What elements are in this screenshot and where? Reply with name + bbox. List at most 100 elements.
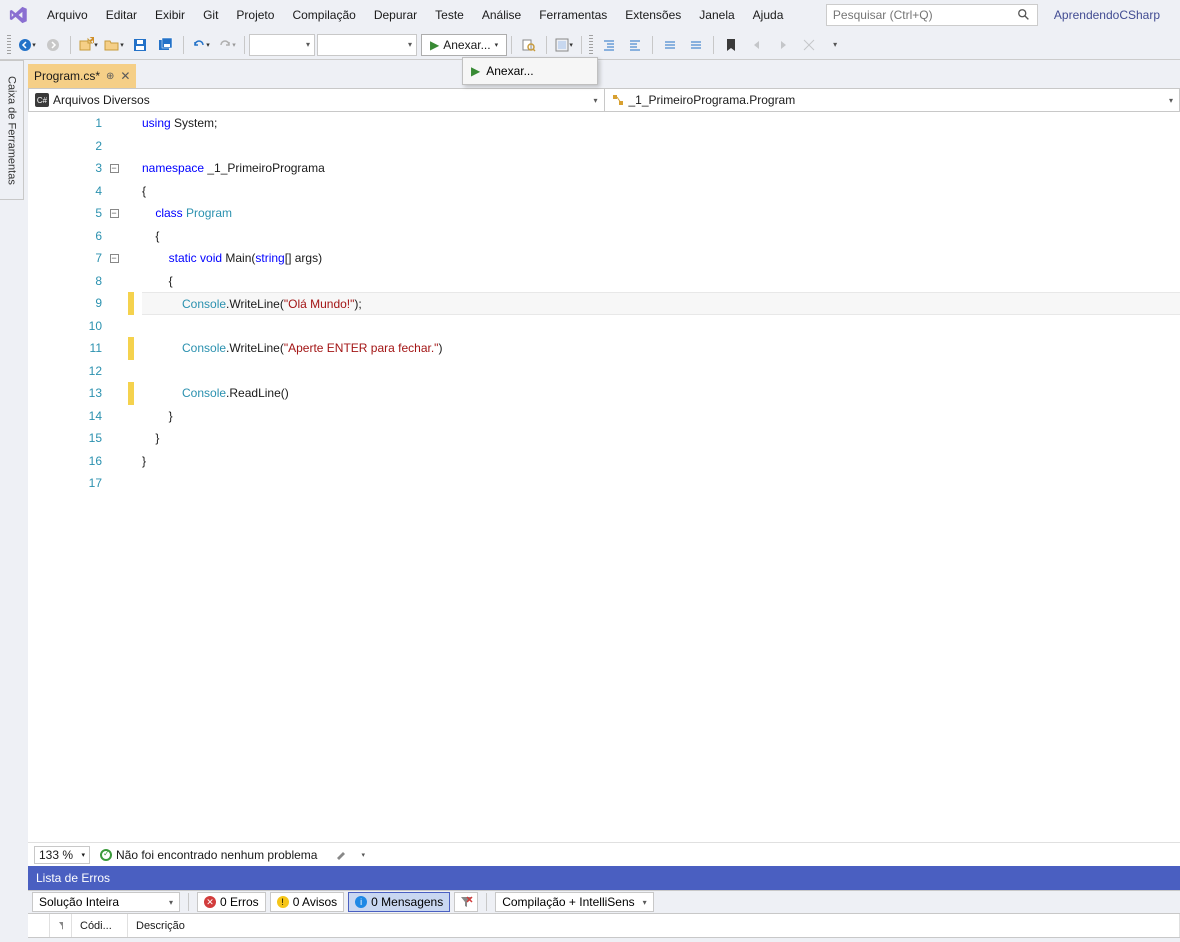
comment-button[interactable] [658, 33, 682, 57]
search-box[interactable] [826, 4, 1038, 26]
line-number: 13 [28, 382, 102, 405]
nav-project-dropdown[interactable]: C# Arquivos Diversos ▾ [29, 89, 605, 111]
menu-ajuda[interactable]: Ajuda [744, 4, 793, 26]
tab-label: Program.cs* [34, 69, 100, 83]
line-gutter: − − − 1 2 3 4 5 6 7 8 9 10 11 12 13 14 1… [28, 112, 138, 842]
indent-button[interactable] [597, 33, 621, 57]
search-icon [1017, 8, 1031, 22]
menu-arquivo[interactable]: Arquivo [38, 4, 97, 26]
col-description[interactable]: Descrição [128, 914, 1180, 937]
line-number: 9 [28, 292, 102, 315]
col-icon[interactable] [28, 914, 50, 937]
info-icon: i [355, 896, 367, 908]
menu-analise[interactable]: Análise [473, 4, 530, 26]
toolbox-sidebar[interactable]: Caixa de Ferramentas [0, 60, 24, 200]
solution-name[interactable]: AprendendoCSharp [1042, 4, 1172, 26]
menu-compilacao[interactable]: Compilação [283, 4, 364, 26]
line-number: 3 [28, 157, 102, 180]
zoom-dropdown[interactable]: 133 %▾ [34, 846, 90, 864]
close-icon[interactable]: ✕ [120, 69, 130, 83]
attach-button[interactable]: ▶ Anexar... ▾ [421, 34, 507, 56]
change-marker [128, 382, 134, 405]
nav-project-label: Arquivos Diversos [53, 93, 150, 107]
errors-filter-button[interactable]: ✕ 0 Erros [197, 892, 266, 912]
menu-teste[interactable]: Teste [426, 4, 473, 26]
toolbar-grip-2[interactable] [589, 35, 593, 55]
find-in-files-button[interactable] [517, 33, 541, 57]
new-project-button[interactable]: ✱▾ [76, 33, 100, 57]
menu-git[interactable]: Git [194, 4, 227, 26]
line-number: 1 [28, 112, 102, 135]
menu-editar[interactable]: Editar [97, 4, 146, 26]
error-list-header[interactable]: Lista de Erros [28, 866, 1180, 890]
editor-status-bar: 133 %▾ Não foi encontrado nenhum problem… [28, 842, 1180, 866]
uncomment-button[interactable] [684, 33, 708, 57]
menu-projeto[interactable]: Projeto [227, 4, 283, 26]
nav-class-dropdown[interactable]: _1_PrimeiroPrograma.Program ▾ [605, 89, 1180, 111]
attach-label: Anexar... [443, 38, 490, 52]
line-number: 8 [28, 270, 102, 293]
error-list-columns: Códi... Descrição [28, 914, 1180, 938]
menu-janela[interactable]: Janela [690, 4, 743, 26]
attach-dropdown-popup: ▶ Anexar... [462, 57, 598, 85]
error-list-title: Lista de Erros [36, 871, 110, 885]
undo-button[interactable]: ▾ [189, 33, 213, 57]
change-marker [128, 337, 134, 360]
menu-extensoes[interactable]: Extensões [616, 4, 690, 26]
line-number: 16 [28, 450, 102, 473]
line-number: 6 [28, 225, 102, 248]
config-dropdown[interactable]: ▾ [249, 34, 315, 56]
clear-filter-button[interactable] [454, 892, 478, 912]
line-number: 12 [28, 360, 102, 383]
menu-bar: Arquivo Editar Exibir Git Projeto Compil… [0, 0, 1180, 30]
pin-icon[interactable]: ⊕ [106, 71, 114, 82]
platform-dropdown[interactable]: ▾ [317, 34, 417, 56]
csharp-icon: C# [35, 93, 49, 107]
problem-indicator[interactable]: Não foi encontrado nenhum problema [100, 848, 317, 862]
save-button[interactable] [128, 33, 152, 57]
prev-bookmark-button[interactable] [745, 33, 769, 57]
messages-filter-button[interactable]: i 0 Mensagens [348, 892, 450, 912]
error-scope-dropdown[interactable]: Solução Inteira▾ [32, 892, 180, 912]
menu-exibir[interactable]: Exibir [146, 4, 194, 26]
warnings-filter-button[interactable]: ! 0 Avisos [270, 892, 344, 912]
line-number: 17 [28, 472, 102, 495]
clear-bookmarks-button[interactable] [797, 33, 821, 57]
class-icon [611, 93, 625, 107]
toolbar-overflow[interactable]: ▾ [823, 33, 847, 57]
redo-button[interactable]: ▾ [215, 33, 239, 57]
forward-button[interactable] [41, 33, 65, 57]
fold-toggle[interactable]: − [110, 254, 119, 263]
filter-clear-icon [459, 895, 473, 909]
menu-ferramentas[interactable]: Ferramentas [530, 4, 616, 26]
back-button[interactable]: ▾ [15, 33, 39, 57]
search-input[interactable] [833, 8, 1017, 22]
open-button[interactable]: ▾ [102, 33, 126, 57]
code-editor[interactable]: − − − 1 2 3 4 5 6 7 8 9 10 11 12 13 14 1… [28, 112, 1180, 842]
attach-popup-item[interactable]: ▶ Anexar... [465, 60, 595, 82]
bookmark-button[interactable] [719, 33, 743, 57]
fold-toggle[interactable]: − [110, 164, 119, 173]
toolbox-label: Caixa de Ferramentas [6, 76, 18, 185]
line-number: 15 [28, 427, 102, 450]
save-all-button[interactable] [154, 33, 178, 57]
line-number: 2 [28, 135, 102, 158]
col-code[interactable]: Códi... [72, 914, 128, 937]
menu-depurar[interactable]: Depurar [365, 4, 426, 26]
build-filter-dropdown[interactable]: Compilação + IntelliSens▾ [495, 892, 653, 912]
document-tabs: Program.cs* ⊕ ✕ [28, 64, 1180, 88]
outdent-button[interactable] [623, 33, 647, 57]
line-number: 7 [28, 247, 102, 270]
col-severity[interactable] [50, 914, 72, 937]
view-button[interactable]: ▾ [552, 33, 576, 57]
attach-popup-label: Anexar... [486, 64, 533, 78]
code-content[interactable]: using System; namespace _1_PrimeiroProgr… [138, 112, 1180, 842]
brush-icon[interactable] [335, 848, 351, 862]
toolbar-grip[interactable] [7, 35, 11, 55]
line-number: 14 [28, 405, 102, 428]
fold-toggle[interactable]: − [110, 209, 119, 218]
error-icon: ✕ [204, 896, 216, 908]
no-problem-label: Não foi encontrado nenhum problema [116, 848, 317, 862]
file-tab-program[interactable]: Program.cs* ⊕ ✕ [28, 64, 136, 88]
next-bookmark-button[interactable] [771, 33, 795, 57]
